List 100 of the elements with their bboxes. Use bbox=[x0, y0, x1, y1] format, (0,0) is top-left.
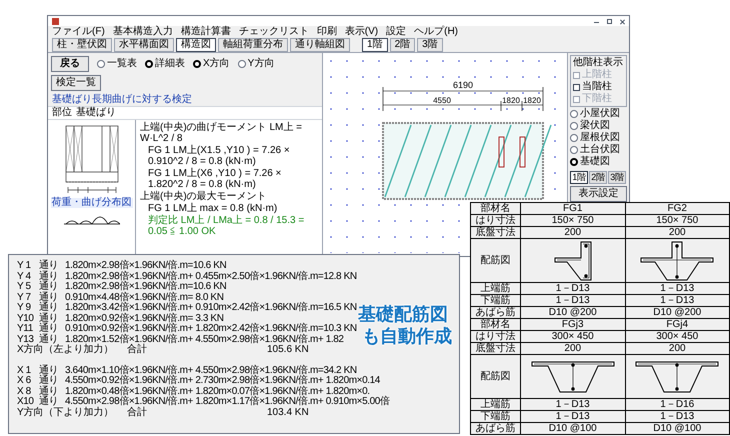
total-caption: 合計 bbox=[127, 345, 148, 356]
callout-text: 基礎配筋図 bbox=[358, 303, 448, 325]
menu-item[interactable]: 印刷 bbox=[316, 27, 337, 37]
menu-item[interactable]: ファイル(F) bbox=[52, 27, 105, 37]
floor-button[interactable]: 3階 bbox=[608, 171, 626, 184]
menu-item[interactable]: 基本構造入力 bbox=[112, 27, 173, 37]
axis-unit: 通り bbox=[39, 376, 60, 386]
axis-label: Y13 bbox=[17, 334, 34, 344]
table-cell: FGj4 bbox=[626, 319, 730, 331]
total-value: 105.6 KN bbox=[267, 345, 309, 356]
wall-elevation-drawing bbox=[64, 124, 120, 194]
axis-label: Y 7 bbox=[17, 292, 32, 303]
table-cell: 1－D13 bbox=[521, 295, 626, 307]
app-icon bbox=[52, 18, 59, 24]
toolbar-tab[interactable]: 柱・壁伏図 bbox=[52, 38, 112, 52]
calc-line: FG 1 LM上(X1.5 ,Y10 ) = 7.26 × 0.910^2 / 8 = 0.8 (kN·m) bbox=[147, 145, 291, 167]
axis-label: Y 5 bbox=[17, 282, 32, 292]
display-settings-button[interactable]: 表示設定 bbox=[570, 186, 627, 202]
maximize-icon[interactable] bbox=[607, 18, 612, 24]
dimension-label: 1820 bbox=[502, 96, 520, 105]
table-cell: 部材名 bbox=[471, 203, 521, 215]
load-formula: 1.820m×2.98倍×1.96KN/倍.m=10.6 KN bbox=[65, 282, 226, 292]
menu-item[interactable]: チェックリスト bbox=[238, 27, 309, 37]
dimension-label: 1820 bbox=[523, 96, 541, 105]
floor-tab[interactable]: 1階 bbox=[362, 38, 388, 52]
load-formula: 1.820m×2.98倍×1.96KN/倍.m+ 0.455m×2.50倍×1.96KN/倍.m=12.8 KN bbox=[65, 272, 357, 282]
plan-radio[interactable]: 屋根伏図 bbox=[570, 133, 627, 143]
menu-item[interactable]: 表示(V) bbox=[344, 27, 378, 37]
table-cell: 1－D13 bbox=[521, 283, 626, 295]
toolbar-tab[interactable]: 構造図 bbox=[176, 38, 216, 52]
axis-label: X 6 bbox=[17, 376, 32, 386]
view-radio[interactable]: 詳細表 bbox=[145, 59, 185, 69]
menu-item[interactable]: 構造計算書 bbox=[180, 27, 231, 37]
load-formula: 1.820m×0.48倍×1.96KN/倍.m+ 1.820m×0.07倍×1.96KN/倍.m+ 1.820m×0. bbox=[65, 386, 370, 396]
table-cell: 150× 750 bbox=[626, 215, 730, 227]
axis-label: Y10 bbox=[17, 314, 35, 324]
table-cell: はり寸法 bbox=[471, 215, 521, 227]
table-cell: 上端筋 bbox=[471, 283, 521, 295]
table-cell: 下端筋 bbox=[471, 411, 521, 423]
floor-button[interactable]: 1階 bbox=[570, 171, 588, 184]
floor-tab[interactable]: 3階 bbox=[417, 38, 443, 52]
plan-radio[interactable]: 基礎図 bbox=[570, 157, 627, 167]
plan-radio[interactable]: 小屋伏図 bbox=[570, 109, 627, 119]
toolbar-tab[interactable]: 軸組荷重分布 bbox=[218, 38, 288, 52]
direction-radio[interactable]: Y方向 bbox=[238, 59, 274, 69]
menu-item[interactable]: ヘルプ(H) bbox=[414, 27, 458, 37]
plan-radio[interactable]: 土台伏図 bbox=[570, 145, 627, 155]
table-cell: 200 bbox=[626, 343, 730, 355]
table-cell: 部材名 bbox=[471, 319, 521, 331]
table-cell: 底盤寸法 bbox=[471, 227, 521, 239]
direction-radio[interactable]: X方向 bbox=[193, 59, 230, 69]
callout-text: も自動作成 bbox=[362, 325, 452, 347]
plan-radio[interactable]: 梁伏図 bbox=[570, 121, 627, 131]
axis-unit: 通り bbox=[39, 366, 60, 376]
load-formula: 0.910m×0.92倍×1.96KN/倍.m+ 1.820m×2.42倍×1.96KN/倍.m=10.3 KN bbox=[65, 324, 357, 334]
group-title: 他階柱表示 bbox=[573, 58, 624, 68]
axis-unit: 通り bbox=[39, 397, 60, 407]
table-cell: 下端筋 bbox=[471, 295, 521, 307]
table-cell: 1－D13 bbox=[626, 411, 730, 423]
table-cell: 底盤寸法 bbox=[471, 343, 521, 355]
calc-line: 上端(中央)の最大モーメント bbox=[140, 191, 268, 202]
table-cell: 200 bbox=[626, 227, 730, 239]
part-value: 基礎ばり bbox=[76, 108, 116, 118]
table-cell: FG1 bbox=[521, 203, 626, 215]
table-cell: 配筋図 bbox=[471, 239, 521, 283]
table-cell: 1－D13 bbox=[521, 399, 626, 411]
view-radio[interactable]: 一覧表 bbox=[97, 59, 137, 69]
calc-line: FG 1 LM上 max = 0.8 (kN·m) bbox=[147, 203, 278, 214]
menu-item[interactable]: 設定 bbox=[386, 27, 406, 37]
calc-line: 上端(中央)の曲げモーメント LM上 = W·L^2 / 8 bbox=[140, 122, 303, 144]
axis-unit: 通り bbox=[39, 324, 60, 334]
column-checkbox[interactable]: 当階柱 bbox=[573, 82, 624, 92]
table-cell: 300× 450 bbox=[626, 331, 730, 343]
dimension-label: 6190 bbox=[453, 80, 474, 90]
table-cell: 1－D13 bbox=[521, 411, 626, 423]
floor-button[interactable]: 2階 bbox=[589, 171, 608, 184]
table-cell: はり寸法 bbox=[471, 331, 521, 343]
close-icon[interactable] bbox=[620, 18, 625, 24]
table-cell: 300× 450 bbox=[521, 331, 626, 343]
part-label: 部位 bbox=[52, 108, 72, 118]
table-cell: D10 @100 bbox=[521, 423, 626, 435]
table-cell: FG2 bbox=[626, 203, 730, 215]
table-cell: 150× 750 bbox=[521, 215, 626, 227]
total-value: 103.4 KN bbox=[267, 408, 309, 418]
table-cell: 1－D16 bbox=[626, 399, 730, 411]
check-list-button[interactable]: 検定一覧 bbox=[51, 75, 101, 91]
table-cell: 1－D13 bbox=[626, 283, 730, 295]
axis-label: X10 bbox=[17, 397, 34, 407]
calc-line: 判定比 LM上 / LMa上 = 0.8 / 15.3 = 0.05 ≦ 1.00 OK bbox=[147, 215, 306, 237]
toolbar-tab[interactable]: 水平構面図 bbox=[114, 38, 174, 52]
toolbar-tab[interactable]: 通り軸組図 bbox=[290, 38, 350, 52]
back-button[interactable]: 戻る bbox=[51, 56, 89, 72]
table-cell: D10 @200 bbox=[521, 307, 626, 319]
total-caption: 合計 bbox=[127, 408, 148, 418]
table-cell: 200 bbox=[521, 227, 626, 239]
load-formula: 4.550m×0.92倍×1.96KN/倍.m+ 2.730m×2.98倍×1.96KN/倍.m+ 1.820m×0.14 bbox=[65, 376, 380, 386]
table-cell: D10 @200 bbox=[626, 307, 730, 319]
axis-unit: 通り bbox=[39, 292, 60, 302]
floor-tab[interactable]: 2階 bbox=[390, 38, 416, 52]
section-title: 基礎ばり長期曲げに対する検定 bbox=[51, 94, 193, 106]
